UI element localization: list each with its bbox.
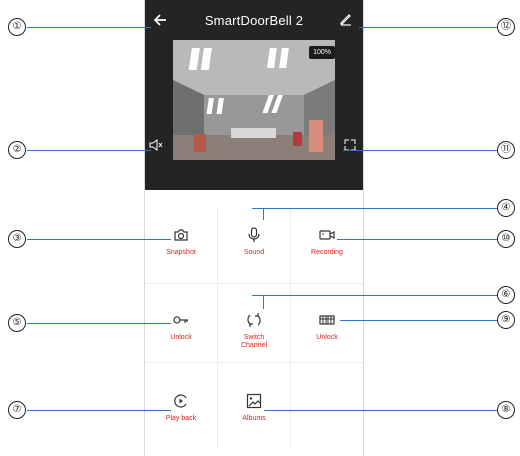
callout-marker: ③ bbox=[8, 230, 26, 248]
callout-line bbox=[263, 295, 264, 309]
gate-icon bbox=[319, 315, 335, 325]
callout-line bbox=[27, 323, 171, 324]
playback-label: Play back bbox=[165, 415, 197, 422]
callout-line bbox=[252, 295, 263, 296]
albums-label: Albums bbox=[242, 415, 266, 422]
grid-divider bbox=[290, 208, 291, 448]
callout-marker: ① bbox=[8, 18, 26, 36]
unlock-right-button[interactable]: Unlock bbox=[292, 311, 362, 342]
playback-button[interactable]: Play back bbox=[146, 392, 216, 423]
switch-channel-button[interactable]: Switch Channel bbox=[219, 311, 289, 350]
callout-marker: ② bbox=[8, 141, 26, 159]
sound-button[interactable]: Sound bbox=[219, 226, 289, 257]
callout-line bbox=[27, 150, 151, 151]
callout-marker: ⑪ bbox=[497, 141, 515, 159]
callout-line bbox=[343, 150, 497, 151]
unlock-left-button[interactable]: Unlock bbox=[146, 311, 216, 342]
callout-line bbox=[264, 410, 497, 411]
snapshot-label: Snapshot bbox=[166, 249, 196, 256]
video-area: 100% bbox=[145, 40, 363, 190]
microphone-icon bbox=[248, 227, 260, 242]
key-icon bbox=[173, 316, 188, 324]
callout-marker: ⑨ bbox=[497, 311, 515, 329]
top-bar: SmartDoorBell 2 bbox=[145, 0, 363, 40]
recording-button[interactable]: Recording bbox=[292, 226, 362, 257]
phone-screen: SmartDoorBell 2 100% Snapshot Sound Reco… bbox=[144, 0, 364, 456]
callout-marker: ⑤ bbox=[8, 314, 26, 332]
callout-line bbox=[263, 295, 497, 296]
unlock-left-label: Unlock bbox=[170, 334, 192, 341]
callout-line bbox=[27, 27, 151, 28]
sound-label: Sound bbox=[243, 249, 265, 256]
callout-marker: ⑩ bbox=[497, 230, 515, 248]
switch-channel-label-line2: Channel bbox=[240, 342, 268, 349]
page-title: SmartDoorBell 2 bbox=[204, 13, 304, 28]
speaker-mute-icon[interactable] bbox=[149, 139, 163, 151]
snapshot-button[interactable]: Snapshot bbox=[146, 226, 216, 257]
callout-marker: ⑥ bbox=[497, 286, 515, 304]
grid-divider bbox=[145, 362, 363, 363]
albums-button[interactable]: Albums bbox=[219, 392, 289, 423]
callout-line bbox=[27, 410, 171, 411]
callout-line bbox=[252, 208, 263, 209]
image-icon bbox=[246, 393, 262, 409]
callout-line bbox=[337, 239, 497, 240]
grid-divider bbox=[145, 283, 363, 284]
live-video-preview: 100% bbox=[173, 40, 335, 160]
playback-icon bbox=[174, 394, 187, 408]
zoom-badge: 100% bbox=[309, 46, 335, 59]
edit-icon[interactable] bbox=[338, 11, 354, 27]
callout-line bbox=[263, 208, 264, 220]
unlock-right-label: Unlock bbox=[316, 334, 338, 341]
callout-line bbox=[263, 208, 497, 209]
camera-icon bbox=[174, 229, 188, 241]
recording-label: Recording bbox=[311, 249, 343, 256]
callout-marker: ⑦ bbox=[8, 401, 26, 419]
callout-line bbox=[359, 27, 497, 28]
switch-channel-label-line1: Switch bbox=[243, 334, 265, 341]
video-camera-icon bbox=[319, 230, 335, 240]
callout-marker: ⑫ bbox=[497, 18, 515, 36]
switch-channel-icon bbox=[247, 313, 261, 327]
callout-line bbox=[340, 320, 497, 321]
callout-line bbox=[27, 239, 171, 240]
grid-divider bbox=[217, 208, 218, 448]
callout-marker: ⑧ bbox=[497, 401, 515, 419]
callout-marker: ④ bbox=[497, 199, 515, 217]
